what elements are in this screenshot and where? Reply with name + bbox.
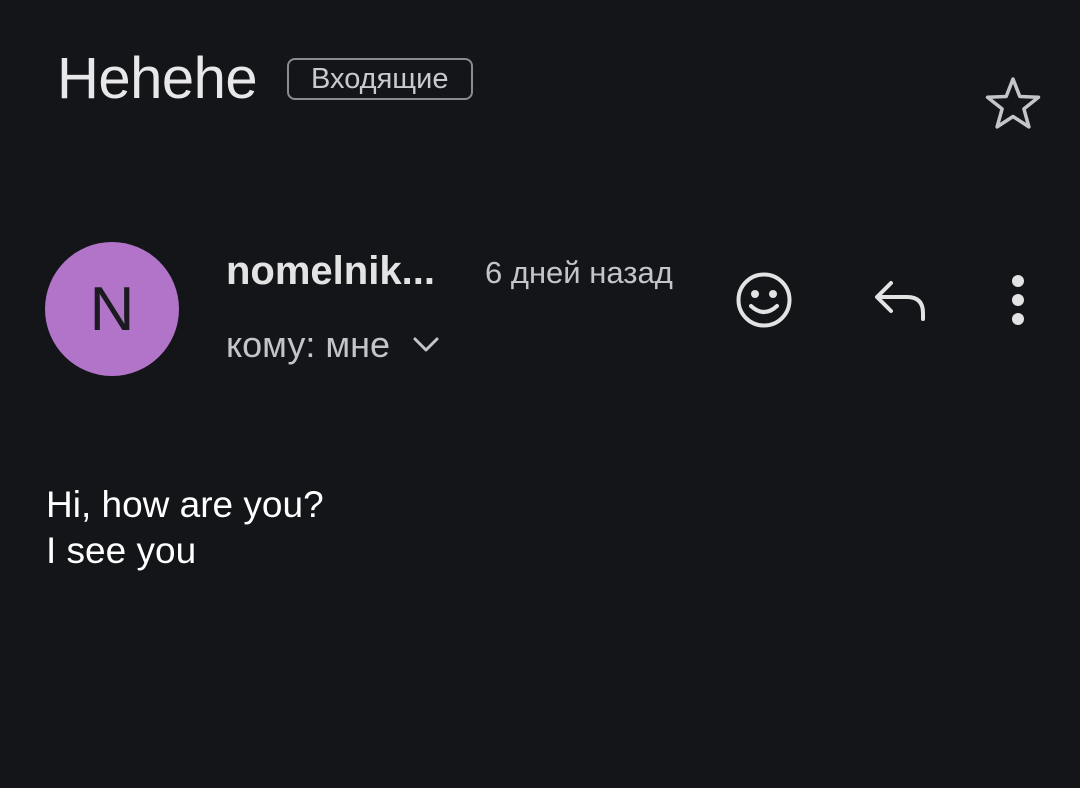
star-button[interactable] bbox=[982, 72, 1044, 134]
more-options-button[interactable] bbox=[990, 266, 1046, 334]
body-line: Hi, how are you? bbox=[46, 484, 324, 525]
avatar-initial: N bbox=[89, 274, 135, 344]
label-chip-inbox[interactable]: Входящие bbox=[287, 58, 473, 100]
add-reaction-icon bbox=[736, 272, 792, 328]
chevron-down-icon bbox=[412, 336, 440, 354]
reply-button[interactable] bbox=[866, 266, 934, 334]
add-reaction-button[interactable] bbox=[730, 266, 798, 334]
body-line: I see you bbox=[46, 530, 197, 571]
sender-avatar[interactable]: N bbox=[45, 242, 179, 376]
more-vertical-icon bbox=[1012, 275, 1024, 325]
recipient-text: кому: мне bbox=[226, 324, 390, 365]
recipient-details-toggle[interactable]: кому: мне bbox=[226, 321, 440, 369]
email-body: Hi, how are you? I see you bbox=[46, 482, 324, 574]
label-chip-text: Входящие bbox=[311, 63, 449, 95]
email-subject: Hehehe bbox=[57, 46, 258, 111]
star-outline-icon bbox=[985, 77, 1041, 129]
sender-name[interactable]: nomelnik... bbox=[226, 246, 435, 296]
email-view: Hehehe Входящие N nomelnik... 6 дней наз… bbox=[0, 0, 1080, 788]
received-time: 6 дней назад bbox=[485, 255, 673, 290]
reply-icon bbox=[875, 281, 925, 321]
